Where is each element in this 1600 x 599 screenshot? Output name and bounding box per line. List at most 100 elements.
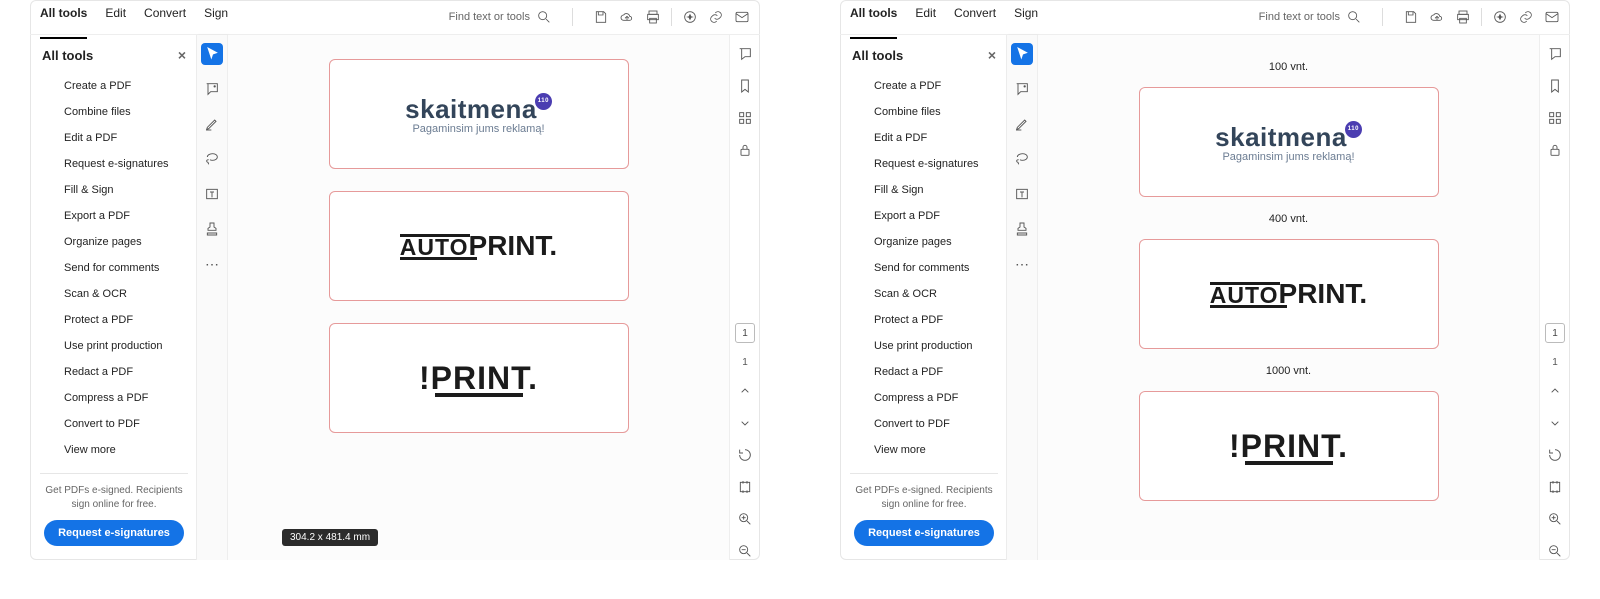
canvas[interactable]: skaitmena110111Pagaminsim jums reklamą!a…	[228, 35, 729, 560]
tool-item[interactable]: Fill & Sign	[850, 177, 998, 203]
search[interactable]: Find text or tools	[1259, 9, 1362, 25]
tool-icon	[852, 183, 866, 197]
thumbnails-icon[interactable]	[736, 109, 754, 127]
tool-item[interactable]: Send for comments	[850, 255, 998, 281]
textbox-tool[interactable]	[1011, 183, 1033, 205]
search[interactable]: Find text or tools	[449, 9, 552, 25]
close-icon[interactable]: ×	[988, 47, 996, 63]
menu-tab[interactable]: Sign	[204, 6, 228, 29]
page-input[interactable]: 1	[1545, 323, 1565, 343]
canvas[interactable]: 100 vnt.skaitmena110111Pagaminsim jums r…	[1038, 35, 1539, 560]
tool-item[interactable]: Request e-signatures	[40, 151, 188, 177]
tool-item[interactable]: Export a PDF	[40, 203, 188, 229]
fit-page-icon[interactable]	[736, 478, 754, 496]
save-icon[interactable]	[1403, 9, 1419, 25]
textbox-tool[interactable]	[201, 183, 223, 205]
request-esignatures-button[interactable]: Request e-signatures	[44, 520, 184, 546]
ai-assistant-icon[interactable]	[1492, 9, 1508, 25]
tool-item[interactable]: View more	[850, 437, 998, 463]
tool-item[interactable]: Combine files	[40, 99, 188, 125]
reload-icon[interactable]	[1546, 446, 1564, 464]
draw-tool[interactable]	[201, 113, 223, 135]
link-icon[interactable]	[708, 9, 724, 25]
menu-tab[interactable]: All tools	[850, 6, 897, 39]
draw-tool[interactable]	[1011, 113, 1033, 135]
tool-item[interactable]: Organize pages	[850, 229, 998, 255]
link-icon[interactable]	[1518, 9, 1534, 25]
cloud-upload-icon[interactable]	[619, 9, 635, 25]
bookmark-pane-icon[interactable]	[1546, 77, 1564, 95]
tool-item[interactable]: Create a PDF	[850, 73, 998, 99]
comment-pane-icon[interactable]	[736, 45, 754, 63]
menu-tab[interactable]: Edit	[915, 6, 936, 29]
mail-icon[interactable]	[734, 9, 750, 25]
thumbnails-icon[interactable]	[1546, 109, 1564, 127]
page-up-icon[interactable]	[1546, 382, 1564, 400]
tool-icon	[852, 209, 866, 223]
tool-item[interactable]: Compress a PDF	[850, 385, 998, 411]
zoom-out-icon[interactable]	[736, 542, 754, 560]
fit-page-icon[interactable]	[1546, 478, 1564, 496]
lasso-tool[interactable]	[1011, 148, 1033, 170]
comment-tool[interactable]	[201, 78, 223, 100]
page-up-icon[interactable]	[736, 382, 754, 400]
zoom-in-icon[interactable]	[736, 510, 754, 528]
tool-item[interactable]: View more	[40, 437, 188, 463]
tool-item[interactable]: Protect a PDF	[850, 307, 998, 333]
tool-item[interactable]: Convert to PDF	[850, 411, 998, 437]
stamp-tool[interactable]	[1011, 218, 1033, 240]
tool-item[interactable]: Organize pages	[40, 229, 188, 255]
tool-item[interactable]: Export a PDF	[850, 203, 998, 229]
ai-assistant-icon[interactable]	[682, 9, 698, 25]
tool-item[interactable]: Use print production	[850, 333, 998, 359]
comment-pane-icon[interactable]	[1546, 45, 1564, 63]
tool-item[interactable]: Redact a PDF	[40, 359, 188, 385]
tool-item[interactable]: Use print production	[40, 333, 188, 359]
menubar: All toolsEditConvertSignFind text or too…	[840, 0, 1570, 35]
tool-item[interactable]: Edit a PDF	[850, 125, 998, 151]
more-tools-icon[interactable]: ⋯	[1011, 253, 1033, 275]
tool-item[interactable]: Redact a PDF	[850, 359, 998, 385]
mail-icon[interactable]	[1544, 9, 1560, 25]
more-tools-icon[interactable]: ⋯	[201, 253, 223, 275]
cloud-upload-icon[interactable]	[1429, 9, 1445, 25]
lock-icon[interactable]	[736, 141, 754, 159]
tool-item[interactable]: Convert to PDF	[40, 411, 188, 437]
tool-icon	[852, 235, 866, 249]
menu-tab[interactable]: Edit	[105, 6, 126, 29]
page-down-icon[interactable]	[1546, 414, 1564, 432]
tool-item[interactable]: Create a PDF	[40, 73, 188, 99]
stamp-tool[interactable]	[201, 218, 223, 240]
print-icon[interactable]	[645, 9, 661, 25]
tool-item[interactable]: Combine files	[850, 99, 998, 125]
bookmark-pane-icon[interactable]	[736, 77, 754, 95]
comment-tool[interactable]	[1011, 78, 1033, 100]
select-tool[interactable]	[201, 43, 223, 65]
select-tool[interactable]	[1011, 43, 1033, 65]
menu-tab[interactable]: All tools	[40, 6, 87, 39]
save-icon[interactable]	[593, 9, 609, 25]
page-input[interactable]: 1	[735, 323, 755, 343]
tool-item[interactable]: Scan & OCR	[850, 281, 998, 307]
tool-item[interactable]: Fill & Sign	[40, 177, 188, 203]
tool-item[interactable]: Edit a PDF	[40, 125, 188, 151]
reload-icon[interactable]	[736, 446, 754, 464]
tool-item[interactable]: Send for comments	[40, 255, 188, 281]
lock-icon[interactable]	[1546, 141, 1564, 159]
menu-tab[interactable]: Sign	[1014, 6, 1038, 29]
print-icon[interactable]	[1455, 9, 1471, 25]
tool-item[interactable]: Scan & OCR	[40, 281, 188, 307]
zoom-out-icon[interactable]	[1546, 542, 1564, 560]
menu-tab[interactable]: Convert	[144, 6, 186, 29]
zoom-in-icon[interactable]	[1546, 510, 1564, 528]
page-down-icon[interactable]	[736, 414, 754, 432]
request-esignatures-button[interactable]: Request e-signatures	[854, 520, 994, 546]
tool-item[interactable]: Request e-signatures	[850, 151, 998, 177]
document-card: !PRINT.	[329, 323, 629, 433]
quantity-label: 400 vnt.	[1139, 213, 1439, 225]
tool-item[interactable]: Compress a PDF	[40, 385, 188, 411]
menu-tab[interactable]: Convert	[954, 6, 996, 29]
tool-item[interactable]: Protect a PDF	[40, 307, 188, 333]
close-icon[interactable]: ×	[178, 47, 186, 63]
lasso-tool[interactable]	[201, 148, 223, 170]
